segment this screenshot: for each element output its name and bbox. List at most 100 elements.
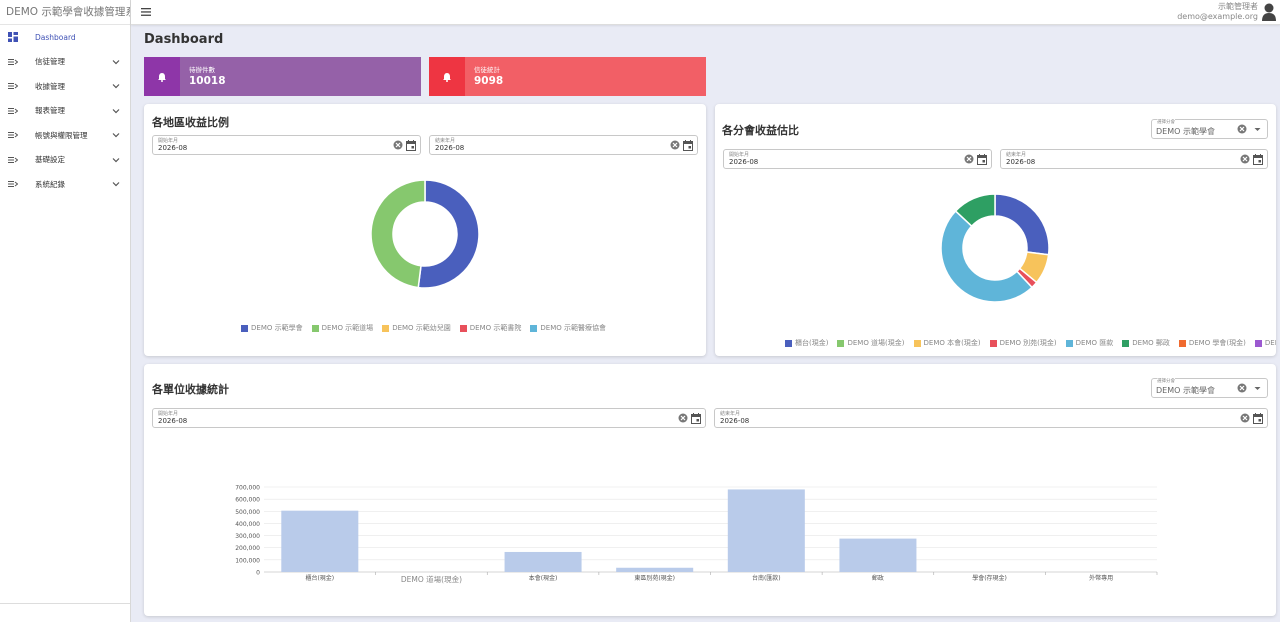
legend-item[interactable]: DEMO 別苑(現金) <box>989 338 1057 348</box>
sidebar-item-label: Dashboard <box>35 32 76 42</box>
y-tick-label: 500,000 <box>235 509 260 516</box>
sidebar-item-6[interactable]: 系統紀錄 <box>0 172 130 197</box>
bar[interactable] <box>727 489 805 572</box>
region-revenue-card: 各地區收益比例 開始年月 2026-08 結束年月 2026-08 DEMO 示… <box>144 104 706 356</box>
branch-chart-legend: 櫃台(現金) DEMO 道場(現金) DEMO 本會(現金) DEMO 別苑(現金) D… <box>785 338 1276 348</box>
menu-icon[interactable] <box>140 6 152 18</box>
sidebar-item-5[interactable]: 基礎設定 <box>0 148 130 173</box>
sidebar-item-label: 帳號與權限管理 <box>35 130 88 140</box>
top-bar: 示範管理者 demo@example.org <box>131 0 1280 25</box>
x-tick-label: 東區別苑(現金) <box>634 574 675 582</box>
legend-swatch <box>311 324 319 332</box>
sidebar-item-label: 報表管理 <box>35 106 65 116</box>
list-icon <box>8 132 18 139</box>
legend-item[interactable]: DEMO 示範道場 <box>311 323 373 333</box>
legend-label: DEMO 示範學會 <box>251 324 303 332</box>
legend-label: DEMO <box>1264 339 1276 347</box>
legend-swatch <box>1122 339 1130 347</box>
bar[interactable] <box>504 551 582 572</box>
list-icon <box>8 83 18 90</box>
legend-label: DEMO 郵政 <box>1132 339 1170 347</box>
legend-label: DEMO 示範書院 <box>469 324 522 332</box>
legend-swatch <box>837 339 845 347</box>
legend-swatch <box>530 324 538 332</box>
user-avatar-icon[interactable] <box>1261 2 1277 22</box>
x-tick-label: DEMO 道場(現金) <box>401 574 462 584</box>
legend-label: DEMO 示範醫療協會 <box>540 324 606 332</box>
sidebar-item-4[interactable]: 帳號與權限管理 <box>0 123 130 148</box>
y-tick-label: 200,000 <box>235 545 260 552</box>
user-email: demo@example.org <box>1177 12 1258 21</box>
sidebar: DEMO 示範學會收據管理系統 Dashboard 信徒管理收據管理報表管理帳號與… <box>0 0 131 622</box>
branch-revenue-card: 各分會收益估比 選擇分會 DEMO 示範學會 開始年月 2026-08 結束年月… <box>715 104 1276 356</box>
legend-label: 櫃台(現金) <box>795 339 829 347</box>
dashboard-icon <box>8 32 18 43</box>
donut-slice[interactable] <box>417 179 480 289</box>
chevron-down-icon <box>112 157 120 163</box>
legend-item[interactable]: DEMO 本會(現金) <box>913 338 981 348</box>
legend-swatch <box>382 324 390 332</box>
legend-label: DEMO 本會(現金) <box>923 339 981 347</box>
donut-slice[interactable] <box>370 179 426 289</box>
legend-item[interactable]: DEMO 示範學會 <box>241 323 303 333</box>
legend-item[interactable]: DEMO 郵政 <box>1122 338 1170 348</box>
x-tick-label: 外幣專用 <box>1089 574 1113 582</box>
y-tick-label: 100,000 <box>235 557 260 564</box>
legend-swatch <box>1178 339 1186 347</box>
x-tick-label: 郵政 <box>872 574 884 582</box>
sidebar-item-label: 收據管理 <box>35 81 65 91</box>
legend-swatch <box>1254 339 1262 347</box>
chevron-down-icon <box>112 108 120 114</box>
branch-donut-chart <box>940 193 1050 303</box>
region-donut-chart <box>370 179 480 289</box>
legend-item[interactable]: DEMO <box>1254 338 1276 348</box>
x-tick-label: 台南(匯款) <box>752 574 781 582</box>
y-tick-label: 0 <box>256 570 260 577</box>
legend-item[interactable]: DEMO 示範幼兒園 <box>382 323 451 333</box>
unit-receipt-card: 各單位收據統計 選擇分會 DEMO 示範學會 開始年月 2026-08 結束年月… <box>144 364 1276 616</box>
y-tick-label: 400,000 <box>235 521 260 528</box>
legend-label: DEMO 別苑(現金) <box>999 339 1057 347</box>
sidebar-item-0[interactable]: Dashboard <box>0 25 130 50</box>
stat-card-pending[interactable]: 待辦件數 10018 <box>144 57 421 96</box>
y-tick-label: 700,000 <box>235 485 260 492</box>
bell-icon <box>144 57 180 96</box>
chevron-down-icon <box>112 182 120 187</box>
sidebar-item-2[interactable]: 收據管理 <box>0 74 130 99</box>
unit-bar-chart: 0 100,000 200,000 300,000 400,000 500,000 600,… <box>235 485 1158 584</box>
stat-label: 信徒統計 <box>474 65 500 74</box>
legend-swatch <box>241 324 248 332</box>
legend-label: DEMO 道場(現金) <box>847 339 905 347</box>
sidebar-item-1[interactable]: 信徒管理 <box>0 50 130 75</box>
legend-item[interactable]: DEMO 道場(現金) <box>837 338 905 348</box>
sidebar-divider <box>0 603 130 604</box>
user-info[interactable]: 示範管理者 demo@example.org <box>1177 2 1258 22</box>
chevron-down-icon <box>112 84 120 89</box>
region-chart-legend: DEMO 示範學會 DEMO 示範道場 DEMO 示範幼兒園 DEMO 示範書院 DEM… <box>241 323 615 333</box>
legend-label: DEMO 學會(現金) <box>1188 339 1246 347</box>
stat-value: 10018 <box>189 74 226 87</box>
legend-item[interactable]: DEMO 學會(現金) <box>1178 338 1246 348</box>
bar[interactable] <box>616 567 694 572</box>
bar[interactable] <box>839 538 917 572</box>
legend-item[interactable]: 櫃台(現金) <box>785 338 828 348</box>
bar[interactable] <box>281 510 359 572</box>
legend-item[interactable]: DEMO 示範書院 <box>459 323 522 333</box>
sidebar-nav: Dashboard 信徒管理收據管理報表管理帳號與權限管理 基礎設定系統紀錄 <box>0 25 130 197</box>
x-tick-label: 學會(存現金) <box>972 574 1007 582</box>
legend-item[interactable]: DEMO 匯款 <box>1065 338 1113 348</box>
sidebar-item-label: 基礎設定 <box>35 155 65 165</box>
legend-swatch <box>1065 339 1073 347</box>
stat-label: 待辦件數 <box>189 65 215 74</box>
donut-slice[interactable] <box>994 193 1050 256</box>
list-icon <box>8 156 18 163</box>
stat-card-believers[interactable]: 信徒統計 9098 <box>429 57 706 96</box>
legend-item[interactable]: DEMO 示範醫療協會 <box>530 323 606 333</box>
chevron-down-icon <box>112 133 120 138</box>
chevron-down-icon <box>112 59 120 65</box>
sidebar-item-3[interactable]: 報表管理 <box>0 99 130 124</box>
legend-swatch <box>989 339 997 347</box>
sidebar-item-label: 信徒管理 <box>35 57 65 67</box>
legend-swatch <box>785 339 792 347</box>
y-tick-label: 300,000 <box>235 533 260 540</box>
